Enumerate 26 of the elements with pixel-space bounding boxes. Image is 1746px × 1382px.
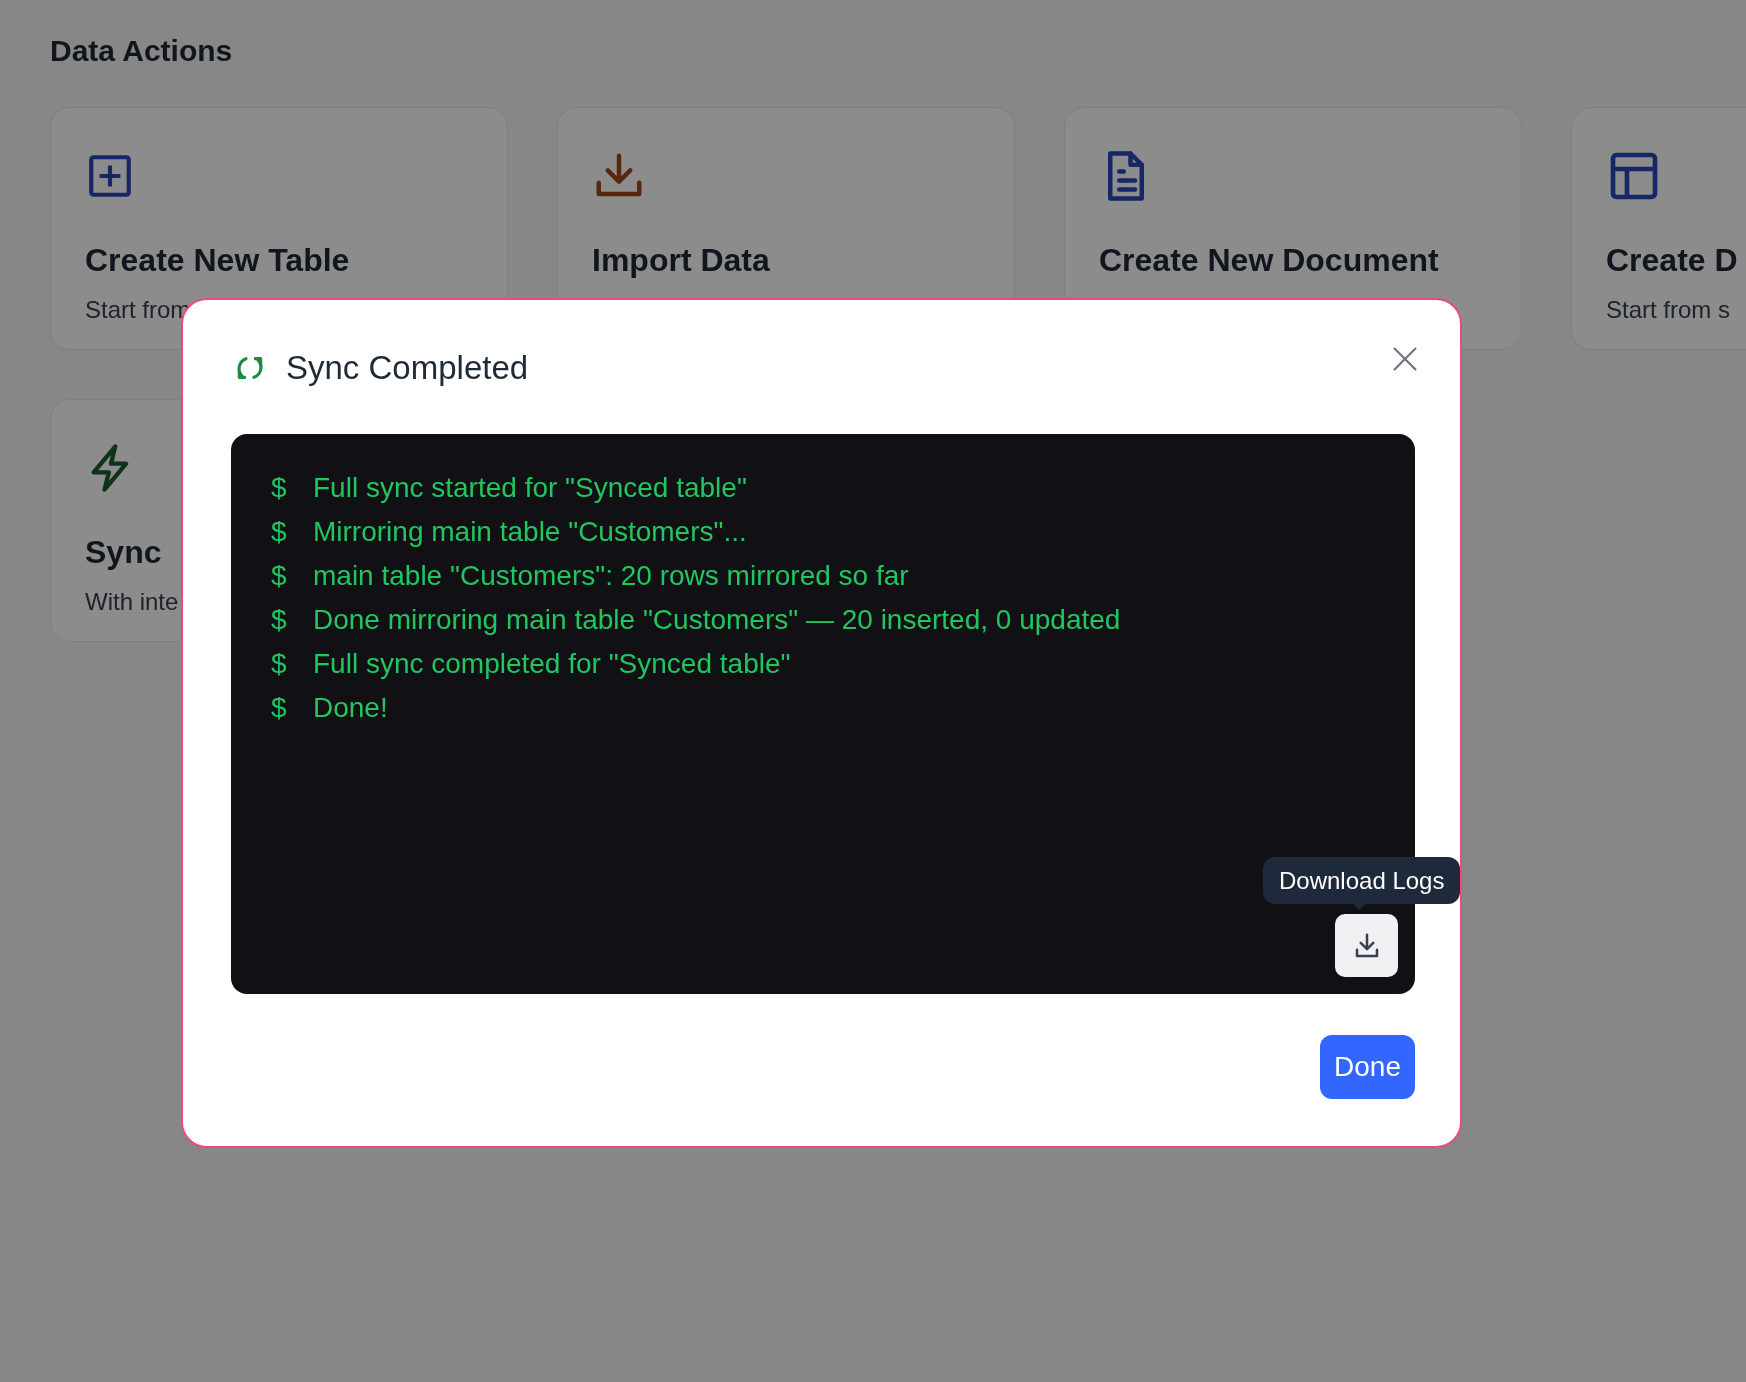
log-line: Done mirroring main table "Customers" — 20 inserted, 0 updated [313,603,1121,637]
card-title: Import Data [592,241,770,280]
card-title: Sync [85,533,162,572]
log-line: Done! [313,691,388,725]
prompt-symbol: $ [271,471,288,505]
card-description: With inte [85,587,179,617]
download-button[interactable] [1335,914,1398,977]
dialog-title: Sync Completed [286,348,529,389]
prompt-symbol: $ [271,515,288,549]
prompt-symbol: $ [271,647,288,681]
card-description: Start from s [1606,295,1731,325]
log-line: Full sync completed for "Synced table" [313,647,791,681]
log-line: Mirroring main table "Customers"... [313,515,747,549]
card-title: Create D [1606,241,1738,280]
log-line: Full sync started for "Synced table" [313,471,747,505]
prompt-symbol: $ [271,603,288,637]
close-icon [1391,345,1419,373]
card-title: Create New Document [1099,241,1439,280]
prompt-symbol: $ [271,691,288,725]
prompt-symbol: $ [271,559,288,593]
card-title: Create New Table [85,241,350,280]
page-title: Data Actions [50,33,233,69]
tooltip: Download Logs [1263,857,1461,904]
action-card[interactable]: Create D Start from s [1571,107,1746,350]
done-button[interactable]: Done [1320,1035,1415,1099]
log-line: main table "Customers": 20 rows mirrored so far [313,559,909,593]
